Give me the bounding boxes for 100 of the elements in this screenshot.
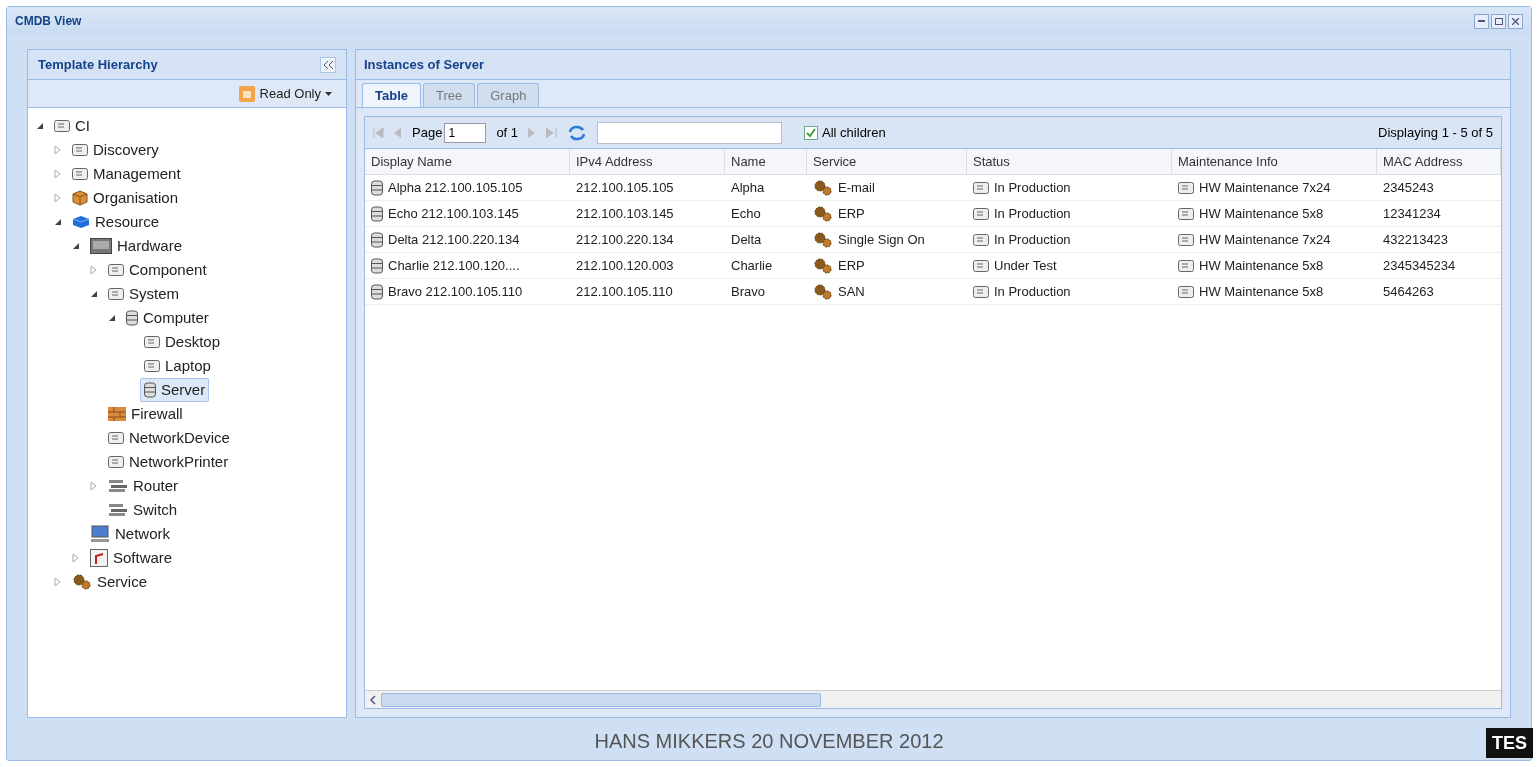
table-cell-text: HW Maintenance 7x24 — [1199, 230, 1331, 249]
database-icon — [144, 382, 156, 398]
card-icon — [108, 264, 124, 276]
tree-item[interactable]: Component — [104, 257, 211, 283]
card-icon — [973, 181, 989, 194]
card-icon — [72, 144, 88, 156]
tree-item[interactable]: Organisation — [68, 185, 183, 211]
lock-icon — [237, 84, 256, 103]
tree-item[interactable]: Computer — [122, 305, 213, 331]
card-icon — [973, 259, 989, 272]
card-icon — [1178, 233, 1194, 246]
tree-item[interactable]: Software — [86, 545, 177, 571]
tab[interactable]: Table — [362, 83, 421, 107]
table-cell-text: Alpha — [731, 178, 765, 197]
gears-icon — [813, 205, 833, 222]
database-icon — [371, 179, 383, 196]
table-cell-text: HW Maintenance 5x8 — [1199, 204, 1324, 223]
horizontal-scrollbar[interactable] — [365, 690, 1501, 708]
slide-footer-text: HANS MIKKERS 20 NOVEMBER 2012 — [594, 729, 944, 754]
table-cell-text: Echo 212.100.103.145 — [388, 204, 519, 223]
tree-item[interactable]: NetworkDevice — [104, 425, 234, 451]
table-cell-text: 12341234 — [1383, 204, 1441, 223]
column-header[interactable]: Service — [807, 149, 967, 174]
table-cell-text: Delta 212.100.220.134 — [388, 230, 520, 249]
page-label: Page — [412, 123, 443, 142]
table-cell-text: Charlie — [731, 256, 773, 275]
logo: TES — [1486, 728, 1533, 758]
tree-item[interactable]: Management — [68, 161, 185, 187]
table-cell-text: HW Maintenance 5x8 — [1199, 282, 1324, 301]
card-icon — [54, 120, 70, 132]
table-cell-text: Echo — [731, 204, 761, 223]
tree-item[interactable]: Discovery — [68, 137, 163, 163]
tree-item[interactable]: Switch — [104, 497, 182, 523]
gears-icon — [72, 574, 92, 590]
double-chevron-icon — [323, 60, 333, 69]
tree-item[interactable]: Router — [104, 473, 183, 499]
tree-item[interactable]: Firewall — [104, 401, 187, 427]
collapse-button[interactable] — [320, 56, 336, 73]
tree-item[interactable]: System — [104, 281, 183, 307]
card-icon — [108, 288, 124, 300]
search-field[interactable] — [597, 121, 783, 144]
computer-icon — [90, 525, 110, 543]
table-cell-text: In Production — [994, 178, 1071, 197]
checkbox-label[interactable]: All children — [822, 122, 886, 143]
card-icon — [1178, 207, 1194, 220]
refresh-icon[interactable] — [567, 123, 588, 142]
box-icon — [72, 190, 88, 206]
close-icon — [1512, 17, 1519, 25]
column-header[interactable]: Status — [967, 149, 1172, 174]
previous-page-icon[interactable] — [394, 127, 402, 138]
table-cell-text: Under Test — [994, 256, 1057, 275]
tree-item[interactable]: Resource — [68, 209, 164, 235]
column-header[interactable]: Name — [725, 149, 807, 174]
table-cell-text: 212.100.105.105 — [576, 178, 674, 197]
brick-wall-icon — [108, 407, 126, 421]
tree-item[interactable]: Laptop — [140, 353, 215, 379]
table-cell-text: 432213423 — [1383, 230, 1449, 249]
close-button[interactable] — [1508, 13, 1523, 29]
tree-item[interactable]: Server — [140, 377, 210, 403]
table-cell-text: 2345243 — [1383, 178, 1434, 197]
gears-icon — [813, 257, 833, 274]
panel-title: Instances of Server — [364, 55, 484, 74]
tree-item[interactable]: Desktop — [140, 329, 225, 355]
minimize-button[interactable] — [1474, 13, 1489, 29]
page-input[interactable]: 1 — [444, 122, 487, 143]
last-page-icon[interactable] — [546, 127, 558, 138]
card-icon — [144, 360, 160, 372]
tree-item[interactable]: Hardware — [86, 233, 187, 259]
first-page-icon[interactable] — [373, 127, 384, 138]
column-header[interactable]: Maintenance Info — [1172, 149, 1377, 174]
table-cell-text: ERP — [838, 204, 865, 223]
table-cell-text: Bravo 212.100.105.110 — [388, 282, 523, 301]
database-icon — [126, 310, 138, 326]
table-cell-text: ERP — [838, 256, 865, 275]
checkbox[interactable] — [804, 125, 819, 140]
next-page-icon[interactable] — [528, 127, 537, 138]
column-header[interactable]: Display Name — [365, 149, 570, 174]
tree-item[interactable]: CI — [50, 113, 94, 139]
table-cell-text: Delta — [731, 230, 762, 249]
tree-item[interactable]: NetworkPrinter — [104, 449, 233, 475]
tree-item[interactable]: Network — [86, 521, 174, 547]
table-cell-text: In Production — [994, 230, 1071, 249]
panel-title: Template Hierarchy — [38, 55, 158, 74]
tree-item[interactable]: Service — [68, 569, 152, 595]
card-icon — [108, 432, 124, 444]
caret-icon — [325, 91, 332, 96]
table-cell-text: SAN — [838, 282, 865, 301]
card-icon — [72, 168, 88, 180]
card-icon — [108, 456, 124, 468]
gears-icon — [813, 231, 833, 248]
column-header[interactable]: IPv4 Address — [570, 149, 725, 174]
database-icon — [371, 257, 383, 274]
table-cell-text: 212.100.103.145 — [576, 204, 674, 223]
maximize-button[interactable] — [1491, 13, 1506, 29]
table-cell-text: E-mail — [838, 178, 875, 197]
application-icon — [90, 549, 108, 567]
table-cell-text: 5464263 — [1383, 282, 1434, 301]
gears-icon — [813, 179, 833, 196]
column-header[interactable]: MAC Address — [1377, 149, 1501, 174]
table-cell-text: In Production — [994, 282, 1071, 301]
